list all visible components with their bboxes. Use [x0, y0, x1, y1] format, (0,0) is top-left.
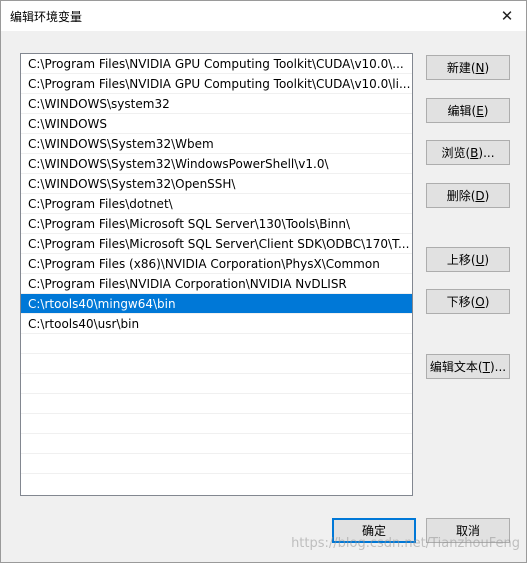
new-button-label: 新建(N) [446, 61, 490, 75]
edit-button[interactable]: 编辑(E) [426, 98, 510, 123]
path-list-item[interactable]: C:\WINDOWS\System32\Wbem [21, 134, 412, 154]
empty-list-row[interactable] [21, 454, 412, 474]
close-icon[interactable]: ✕ [498, 7, 516, 25]
empty-list-row[interactable] [21, 374, 412, 394]
path-list-item[interactable]: C:\WINDOWS\System32\OpenSSH\ [21, 174, 412, 194]
path-list-item[interactable]: C:\Program Files\Microsoft SQL Server\13… [21, 214, 412, 234]
empty-list-row[interactable] [21, 434, 412, 454]
path-list-item[interactable]: C:\Program Files\dotnet\ [21, 194, 412, 214]
edit-button-label: 编辑(E) [447, 104, 489, 118]
move-down-button-label: 下移(O) [446, 295, 490, 309]
path-list-item[interactable]: C:\Program Files (x86)\NVIDIA Corporatio… [21, 254, 412, 274]
edit-env-var-dialog: 编辑环境变量 ✕ C:\Program Files\NVIDIA GPU Com… [0, 0, 527, 563]
path-list-item[interactable]: C:\WINDOWS [21, 114, 412, 134]
empty-list-row[interactable] [21, 334, 412, 354]
empty-list-row[interactable] [21, 354, 412, 374]
ok-button[interactable]: 确定 [332, 518, 416, 543]
path-list-item[interactable]: C:\Program Files\NVIDIA GPU Computing To… [21, 54, 412, 74]
path-list[interactable]: C:\Program Files\NVIDIA GPU Computing To… [20, 53, 413, 496]
ok-button-label: 确定 [361, 524, 386, 538]
new-button[interactable]: 新建(N) [426, 55, 510, 80]
move-up-button-label: 上移(U) [446, 253, 490, 267]
move-down-button[interactable]: 下移(O) [426, 289, 510, 314]
delete-button[interactable]: 删除(D) [426, 183, 510, 208]
title-bar[interactable]: 编辑环境变量 ✕ [1, 1, 526, 31]
delete-button-label: 删除(D) [446, 189, 490, 203]
path-list-item[interactable]: C:\WINDOWS\system32 [21, 94, 412, 114]
cancel-button-label: 取消 [455, 524, 480, 538]
path-list-item[interactable]: C:\Program Files\Microsoft SQL Server\Cl… [21, 234, 412, 254]
path-list-item[interactable]: C:\WINDOWS\System32\WindowsPowerShell\v1… [21, 154, 412, 174]
path-list-item[interactable]: C:\rtools40\mingw64\bin [21, 294, 412, 314]
edit-text-button[interactable]: 编辑文本(T)... [426, 354, 510, 379]
move-up-button[interactable]: 上移(U) [426, 247, 510, 272]
empty-list-row[interactable] [21, 394, 412, 414]
cancel-button[interactable]: 取消 [426, 518, 510, 543]
path-list-item[interactable]: C:\Program Files\NVIDIA Corporation\NVID… [21, 274, 412, 294]
browse-button-label: 浏览(B)... [441, 146, 495, 160]
edit-text-button-label: 编辑文本(T)... [429, 360, 507, 374]
empty-list-row[interactable] [21, 414, 412, 434]
dialog-title: 编辑环境变量 [10, 10, 83, 24]
path-list-item[interactable]: C:\Program Files\NVIDIA GPU Computing To… [21, 74, 412, 94]
path-list-item[interactable]: C:\rtools40\usr\bin [21, 314, 412, 334]
browse-button[interactable]: 浏览(B)... [426, 140, 510, 165]
